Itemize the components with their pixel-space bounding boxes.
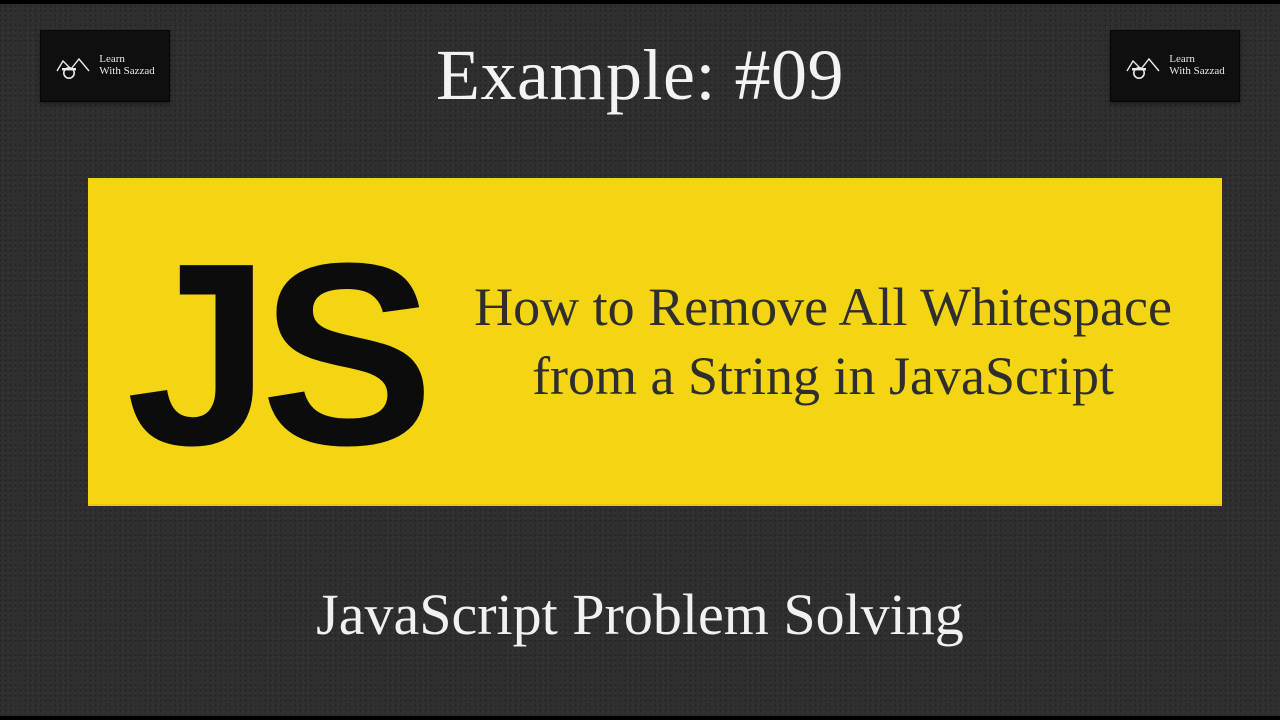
thumbnail-stage: Learn With Sazzad Learn With Sazzad Exam… — [0, 0, 1280, 720]
js-badge: JS — [88, 225, 438, 495]
series-title: JavaScript Problem Solving — [0, 581, 1280, 648]
lesson-title: How to Remove All Whitespace from a Stri… — [438, 273, 1222, 411]
example-label: Example: #09 — [0, 34, 1280, 117]
title-banner: JS How to Remove All Whitespace from a S… — [88, 178, 1222, 506]
